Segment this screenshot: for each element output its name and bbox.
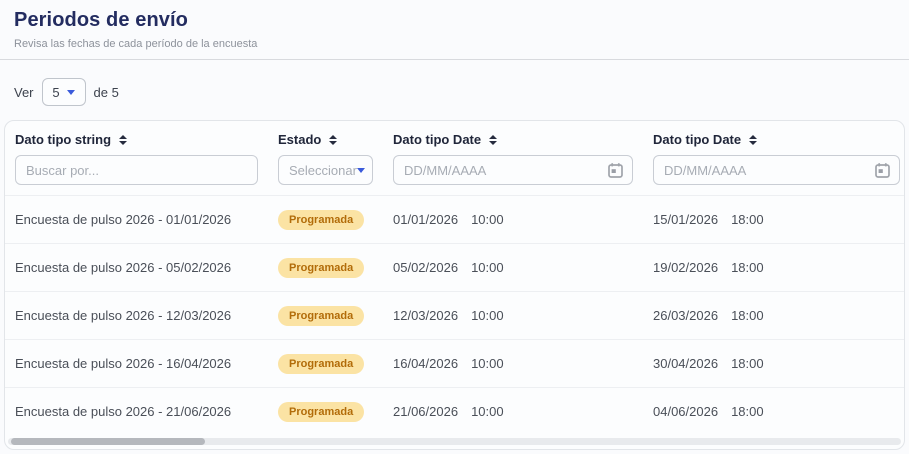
start-time: 10:00 — [471, 260, 504, 275]
period-name: Encuesta de pulso 2026 - 16/04/2026 — [5, 356, 268, 371]
start-datetime: 21/06/2026 10:00 — [383, 404, 643, 419]
column-label: Dato tipo Date — [653, 132, 741, 147]
column-header-start-date[interactable]: Dato tipo Date — [383, 132, 643, 147]
start-datetime: 12/03/2026 10:00 — [383, 308, 643, 323]
start-datetime: 05/02/2026 10:00 — [383, 260, 643, 275]
end-date: 26/03/2026 — [653, 308, 718, 323]
start-date: 01/01/2026 — [393, 212, 458, 227]
end-datetime: 30/04/2026 18:00 — [643, 356, 904, 371]
column-label: Dato tipo Date — [393, 132, 481, 147]
column-header-end-date[interactable]: Dato tipo Date — [643, 132, 904, 147]
table-row[interactable]: Encuesta de pulso 2026 - 12/03/2026 Prog… — [5, 291, 904, 339]
end-datetime: 26/03/2026 18:00 — [643, 308, 904, 323]
status-filter-select[interactable]: Seleccionar — [278, 155, 373, 185]
end-date: 30/04/2026 — [653, 356, 718, 371]
table-filter-row: Seleccionar — [5, 155, 904, 195]
total-count-label: de 5 — [94, 85, 119, 100]
start-time: 10:00 — [471, 308, 504, 323]
periods-table: Dato tipo string Estado Dato tipo Date D… — [4, 120, 905, 450]
filter-cell — [383, 155, 643, 185]
column-label: Dato tipo string — [15, 132, 111, 147]
calendar-icon[interactable] — [874, 162, 891, 179]
column-header-string[interactable]: Dato tipo string — [5, 132, 268, 147]
scrollbar-thumb[interactable] — [11, 438, 205, 445]
end-time: 18:00 — [731, 260, 764, 275]
page-size-control: Ver 5 de 5 — [14, 78, 909, 106]
end-time: 18:00 — [731, 308, 764, 323]
end-date: 04/06/2026 — [653, 404, 718, 419]
period-name: Encuesta de pulso 2026 - 12/03/2026 — [5, 308, 268, 323]
chevron-down-icon — [67, 90, 75, 95]
period-name: Encuesta de pulso 2026 - 21/06/2026 — [5, 404, 268, 419]
end-date: 15/01/2026 — [653, 212, 718, 227]
start-time: 10:00 — [471, 212, 504, 227]
start-datetime: 16/04/2026 10:00 — [383, 356, 643, 371]
filter-cell — [643, 155, 904, 185]
status-badge: Programada — [278, 402, 364, 422]
start-date: 21/06/2026 — [393, 404, 458, 419]
start-time: 10:00 — [471, 404, 504, 419]
horizontal-scrollbar[interactable] — [8, 438, 901, 445]
start-date: 12/03/2026 — [393, 308, 458, 323]
page-subtitle: Revisa las fechas de cada período de la … — [14, 38, 895, 50]
filter-cell — [5, 155, 268, 185]
chevron-down-icon — [357, 168, 365, 173]
status-cell: Programada — [268, 210, 383, 230]
sort-icon[interactable] — [489, 135, 497, 145]
end-time: 18:00 — [731, 212, 764, 227]
table-row[interactable]: Encuesta de pulso 2026 - 01/01/2026 Prog… — [5, 195, 904, 243]
start-date: 16/04/2026 — [393, 356, 458, 371]
table-header-row: Dato tipo string Estado Dato tipo Date D… — [5, 121, 904, 147]
calendar-icon[interactable] — [607, 162, 624, 179]
page-title: Periodos de envío — [14, 9, 895, 32]
end-datetime: 15/01/2026 18:00 — [643, 212, 904, 227]
start-datetime: 01/01/2026 10:00 — [383, 212, 643, 227]
table-row[interactable]: Encuesta de pulso 2026 - 16/04/2026 Prog… — [5, 339, 904, 387]
select-placeholder: Seleccionar — [289, 163, 357, 178]
end-date: 19/02/2026 — [653, 260, 718, 275]
search-input[interactable] — [15, 155, 258, 185]
header-divider — [0, 59, 909, 60]
end-date-filter[interactable] — [653, 155, 900, 185]
period-name: Encuesta de pulso 2026 - 01/01/2026 — [5, 212, 268, 227]
page-header: Periodos de envío Revisa las fechas de c… — [0, 0, 909, 50]
page-size-select[interactable]: 5 — [42, 78, 86, 106]
table-row[interactable]: Encuesta de pulso 2026 - 05/02/2026 Prog… — [5, 243, 904, 291]
filter-cell: Seleccionar — [268, 155, 383, 185]
status-cell: Programada — [268, 258, 383, 278]
period-name: Encuesta de pulso 2026 - 05/02/2026 — [5, 260, 268, 275]
status-cell: Programada — [268, 354, 383, 374]
start-date-input[interactable] — [394, 157, 607, 183]
start-date: 05/02/2026 — [393, 260, 458, 275]
sort-icon[interactable] — [749, 135, 757, 145]
sort-icon[interactable] — [119, 135, 127, 145]
table-row[interactable]: Encuesta de pulso 2026 - 21/06/2026 Prog… — [5, 387, 904, 435]
start-date-filter[interactable] — [393, 155, 633, 185]
column-label: Estado — [278, 132, 321, 147]
column-header-estado[interactable]: Estado — [268, 132, 383, 147]
page-size-value: 5 — [52, 85, 59, 100]
end-date-input[interactable] — [654, 157, 874, 183]
end-datetime: 04/06/2026 18:00 — [643, 404, 904, 419]
sort-icon[interactable] — [329, 135, 337, 145]
status-cell: Programada — [268, 306, 383, 326]
status-badge: Programada — [278, 210, 364, 230]
status-badge: Programada — [278, 258, 364, 278]
status-badge: Programada — [278, 306, 364, 326]
page-size-label: Ver — [14, 85, 34, 100]
end-time: 18:00 — [731, 404, 764, 419]
end-datetime: 19/02/2026 18:00 — [643, 260, 904, 275]
end-time: 18:00 — [731, 356, 764, 371]
start-time: 10:00 — [471, 356, 504, 371]
status-badge: Programada — [278, 354, 364, 374]
status-cell: Programada — [268, 402, 383, 422]
